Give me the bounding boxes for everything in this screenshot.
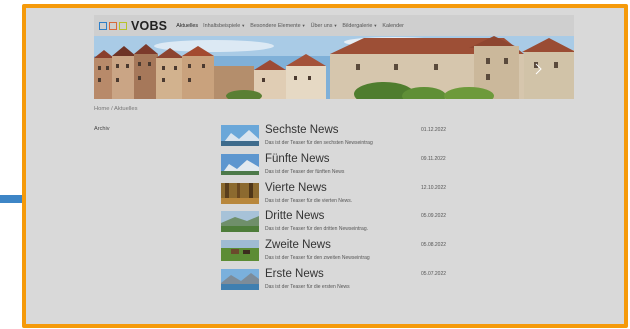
logo-text: VOBS bbox=[131, 18, 168, 33]
news-thumbnail[interactable] bbox=[221, 268, 259, 290]
news-date: 05.07.2022 bbox=[421, 270, 447, 277]
news-title[interactable]: Dritte News bbox=[265, 210, 324, 222]
site-logo[interactable]: VOBS bbox=[99, 19, 167, 33]
nav-item-besondere-elemente[interactable]: Besondere Elemente▼ bbox=[250, 23, 305, 29]
logo-square-blue-icon bbox=[99, 21, 107, 30]
news-thumbnail[interactable] bbox=[221, 182, 259, 204]
website: VOBS Aktuelles Inhaltsbeispiele▼ Besonde… bbox=[94, 13, 574, 303]
nav-item-kalender[interactable]: Kalender bbox=[382, 23, 404, 29]
news-item[interactable]: Zweite News Das ist der Teaser für den z… bbox=[221, 238, 541, 267]
logo-square-green-icon bbox=[119, 21, 127, 30]
news-teaser: Das ist der Teaser für den dritten Newse… bbox=[265, 226, 369, 233]
news-item[interactable]: Erste News Das ist der Teaser für die er… bbox=[221, 267, 541, 296]
news-list: Sechste News Das ist der Teaser für den … bbox=[221, 123, 541, 296]
news-date: 05.09.2022 bbox=[421, 213, 447, 220]
news-title[interactable]: Erste News bbox=[265, 268, 324, 280]
news-title[interactable]: Vierte News bbox=[265, 182, 327, 194]
breadcrumb-current: Aktuelles bbox=[114, 106, 138, 112]
nav-item-ueber-uns[interactable]: Über uns▼ bbox=[311, 23, 338, 29]
news-teaser: Das ist der Teaser für den zweiten Newse… bbox=[265, 255, 370, 262]
news-thumbnail[interactable] bbox=[221, 240, 259, 262]
main-nav: Aktuelles Inhaltsbeispiele▼ Besondere El… bbox=[176, 23, 409, 29]
caret-down-icon: ▼ bbox=[333, 22, 338, 28]
news-item[interactable]: Dritte News Das ist der Teaser für den d… bbox=[221, 209, 541, 238]
news-thumbnail[interactable] bbox=[221, 211, 259, 233]
news-title[interactable]: Fünfte News bbox=[265, 153, 330, 165]
news-teaser: Das ist der Teaser für die vierten News. bbox=[265, 197, 353, 204]
breadcrumb-separator: / bbox=[111, 106, 113, 112]
navbar: VOBS Aktuelles Inhaltsbeispiele▼ Besonde… bbox=[94, 15, 574, 36]
news-thumbnail[interactable] bbox=[221, 125, 259, 146]
news-date: 09.11.2022 bbox=[421, 155, 446, 162]
breadcrumb-home[interactable]: Home bbox=[94, 106, 109, 112]
caret-down-icon: ▼ bbox=[373, 22, 378, 28]
news-teaser: Das ist der Teaser der fünften News bbox=[265, 168, 345, 175]
breadcrumb: Home / Aktuelles bbox=[94, 106, 138, 112]
news-title[interactable]: Zweite News bbox=[265, 239, 331, 251]
nav-item-aktuelles[interactable]: Aktuelles bbox=[176, 23, 198, 29]
news-date: 01.12.2022 bbox=[421, 127, 447, 133]
news-date: 12.10.2022 bbox=[421, 184, 447, 191]
logo-square-orange-icon bbox=[109, 21, 117, 30]
news-teaser: Das ist der Teaser für die ersten News bbox=[265, 283, 350, 290]
news-item[interactable]: Vierte News Das ist der Teaser für die v… bbox=[221, 181, 541, 210]
news-teaser: Das ist der Teaser für den sechsten News… bbox=[265, 140, 373, 146]
caret-down-icon: ▼ bbox=[241, 22, 246, 28]
nav-item-bildergalerie[interactable]: Bildergalerie▼ bbox=[342, 23, 377, 29]
archive-link[interactable]: Archiv bbox=[94, 126, 110, 132]
header-banner-image bbox=[94, 36, 574, 99]
news-item[interactable]: Sechste News Das ist der Teaser für den … bbox=[221, 123, 541, 152]
caret-down-icon: ▼ bbox=[301, 22, 306, 28]
news-item[interactable]: Fünfte News Das ist der Teaser der fünft… bbox=[221, 152, 541, 181]
news-thumbnail[interactable] bbox=[221, 153, 259, 175]
news-title[interactable]: Sechste News bbox=[265, 124, 339, 136]
news-date: 05.08.2022 bbox=[421, 242, 447, 249]
nav-item-inhaltsbeispiele[interactable]: Inhaltsbeispiele▼ bbox=[203, 23, 245, 29]
